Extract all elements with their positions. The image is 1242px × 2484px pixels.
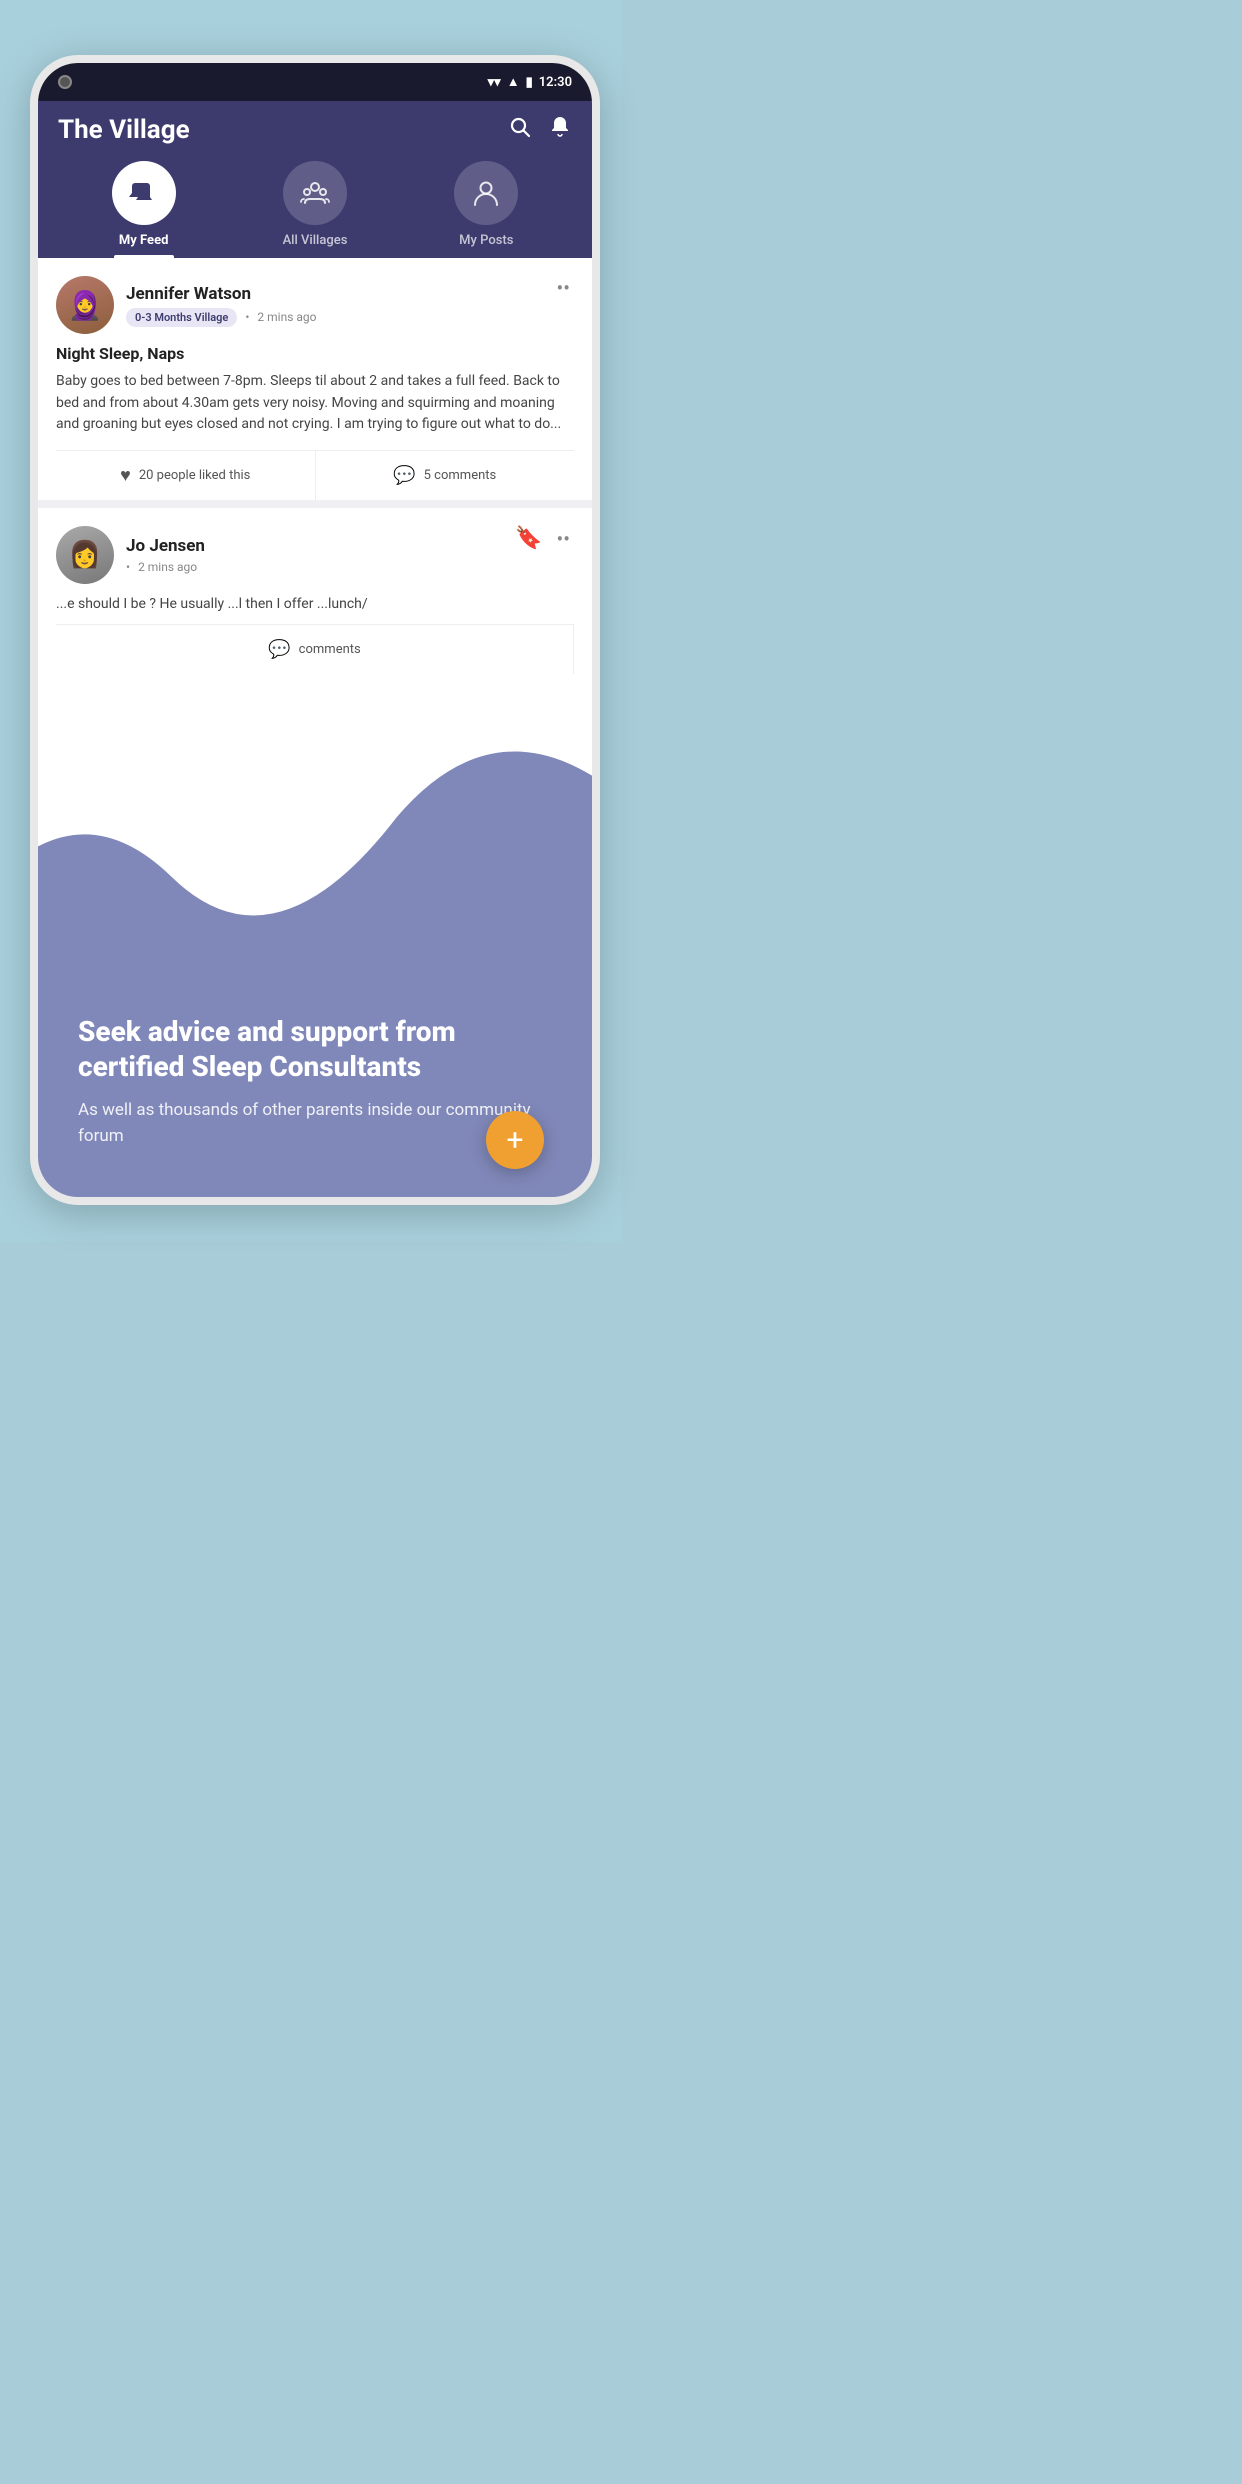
status-bar: ▾▾ ▲ ▮ 12:30 <box>38 63 592 101</box>
my-posts-icon-circle <box>454 161 518 225</box>
post-card-2: 👩 Jo Jensen • 2 mins ago 🔖 •• ...e shou <box>38 508 592 686</box>
tabs-row: My Feed All Villages <box>58 161 572 258</box>
post-1-avatar: 🧕 <box>56 276 114 334</box>
dot-separator-2: • <box>126 560 130 574</box>
wave-overlay <box>30 617 600 1197</box>
bookmark-icon[interactable]: 🔖 <box>515 526 542 551</box>
my-feed-icon-circle <box>112 161 176 225</box>
post-1-header: 🧕 Jennifer Watson 0-3 Months Village • 2… <box>56 276 574 334</box>
signal-icon: ▲ <box>507 74 520 90</box>
marketing-headline: Seek advice and support from certified S… <box>78 1014 552 1084</box>
post-2-comments-label: comments <box>299 642 361 657</box>
my-feed-label: My Feed <box>119 233 169 248</box>
post-card-1: 🧕 Jennifer Watson 0-3 Months Village • 2… <box>38 258 592 500</box>
post-2-more-button[interactable]: •• <box>553 527 575 551</box>
post-1-likes-label: 20 people liked this <box>139 468 251 483</box>
active-tab-underline <box>114 255 174 258</box>
post-1-actions: ♥ 20 people liked this 💬 5 comments <box>56 450 574 500</box>
post-1-time: 2 mins ago <box>257 310 316 324</box>
post-2-meta-row: • 2 mins ago <box>126 560 205 574</box>
post-1-like-button[interactable]: ♥ 20 people liked this <box>56 451 316 500</box>
status-icons: ▾▾ ▲ ▮ 12:30 <box>488 74 572 90</box>
app-title: The Village <box>58 115 190 145</box>
post-2-icons: 🔖 •• <box>515 526 574 551</box>
comment-icon-2: 💬 <box>268 639 290 660</box>
comment-icon: 💬 <box>393 465 415 486</box>
tab-my-posts[interactable]: My Posts <box>426 161 546 258</box>
my-posts-label: My Posts <box>459 233 513 248</box>
post-2-author: Jo Jensen <box>126 536 205 556</box>
tab-my-feed[interactable]: My Feed <box>84 161 204 258</box>
post-1-meta: Jennifer Watson 0-3 Months Village • 2 m… <box>126 284 317 327</box>
post-2-meta: Jo Jensen • 2 mins ago <box>126 536 205 574</box>
post-2-comment-button[interactable]: 💬 comments <box>56 625 574 674</box>
post-1-title: Night Sleep, Naps <box>56 344 574 363</box>
title-row: The Village <box>58 115 572 145</box>
fab-plus-icon: + <box>506 1123 523 1158</box>
marketing-subtext: As well as thousands of other parents in… <box>78 1098 552 1149</box>
post-1-village-badge[interactable]: 0-3 Months Village <box>126 308 237 327</box>
all-villages-label: All Villages <box>283 233 348 248</box>
post-2-time: 2 mins ago <box>138 560 197 574</box>
post-2-user-info: 👩 Jo Jensen • 2 mins ago <box>56 526 205 584</box>
search-icon[interactable] <box>508 115 532 145</box>
content-area: 🧕 Jennifer Watson 0-3 Months Village • 2… <box>38 258 592 686</box>
post-1-user-info: 🧕 Jennifer Watson 0-3 Months Village • 2… <box>56 276 317 334</box>
notification-icon[interactable] <box>548 115 572 145</box>
tab-all-villages[interactable]: All Villages <box>255 161 375 258</box>
post-1-more-button[interactable]: •• <box>553 276 575 300</box>
post-1-comment-button[interactable]: 💬 5 comments <box>316 451 575 500</box>
battery-icon: ▮ <box>526 75 533 90</box>
phone-frame: ▾▾ ▲ ▮ 12:30 The Village <box>30 55 600 1205</box>
header-icons <box>508 115 572 145</box>
app-header: The Village <box>38 101 592 258</box>
post-2-header: 👩 Jo Jensen • 2 mins ago 🔖 •• <box>56 526 574 584</box>
fab-create-post[interactable]: + <box>486 1111 544 1169</box>
wifi-icon: ▾▾ <box>488 75 501 90</box>
status-time: 12:30 <box>539 75 572 90</box>
post-2-body: ...e should I be ? He usually ...l then … <box>56 594 574 616</box>
dot-separator-1: • <box>245 310 249 324</box>
all-villages-icon-circle <box>283 161 347 225</box>
post-1-body: Baby goes to bed between 7-8pm. Sleeps t… <box>56 371 574 436</box>
post-1-comments-label: 5 comments <box>424 468 497 483</box>
heart-icon: ♥ <box>120 465 131 486</box>
post-1-author: Jennifer Watson <box>126 284 317 304</box>
post-2-actions: 💬 comments <box>56 624 574 674</box>
post-1-meta-row: 0-3 Months Village • 2 mins ago <box>126 308 317 327</box>
camera-cutout <box>58 75 72 89</box>
